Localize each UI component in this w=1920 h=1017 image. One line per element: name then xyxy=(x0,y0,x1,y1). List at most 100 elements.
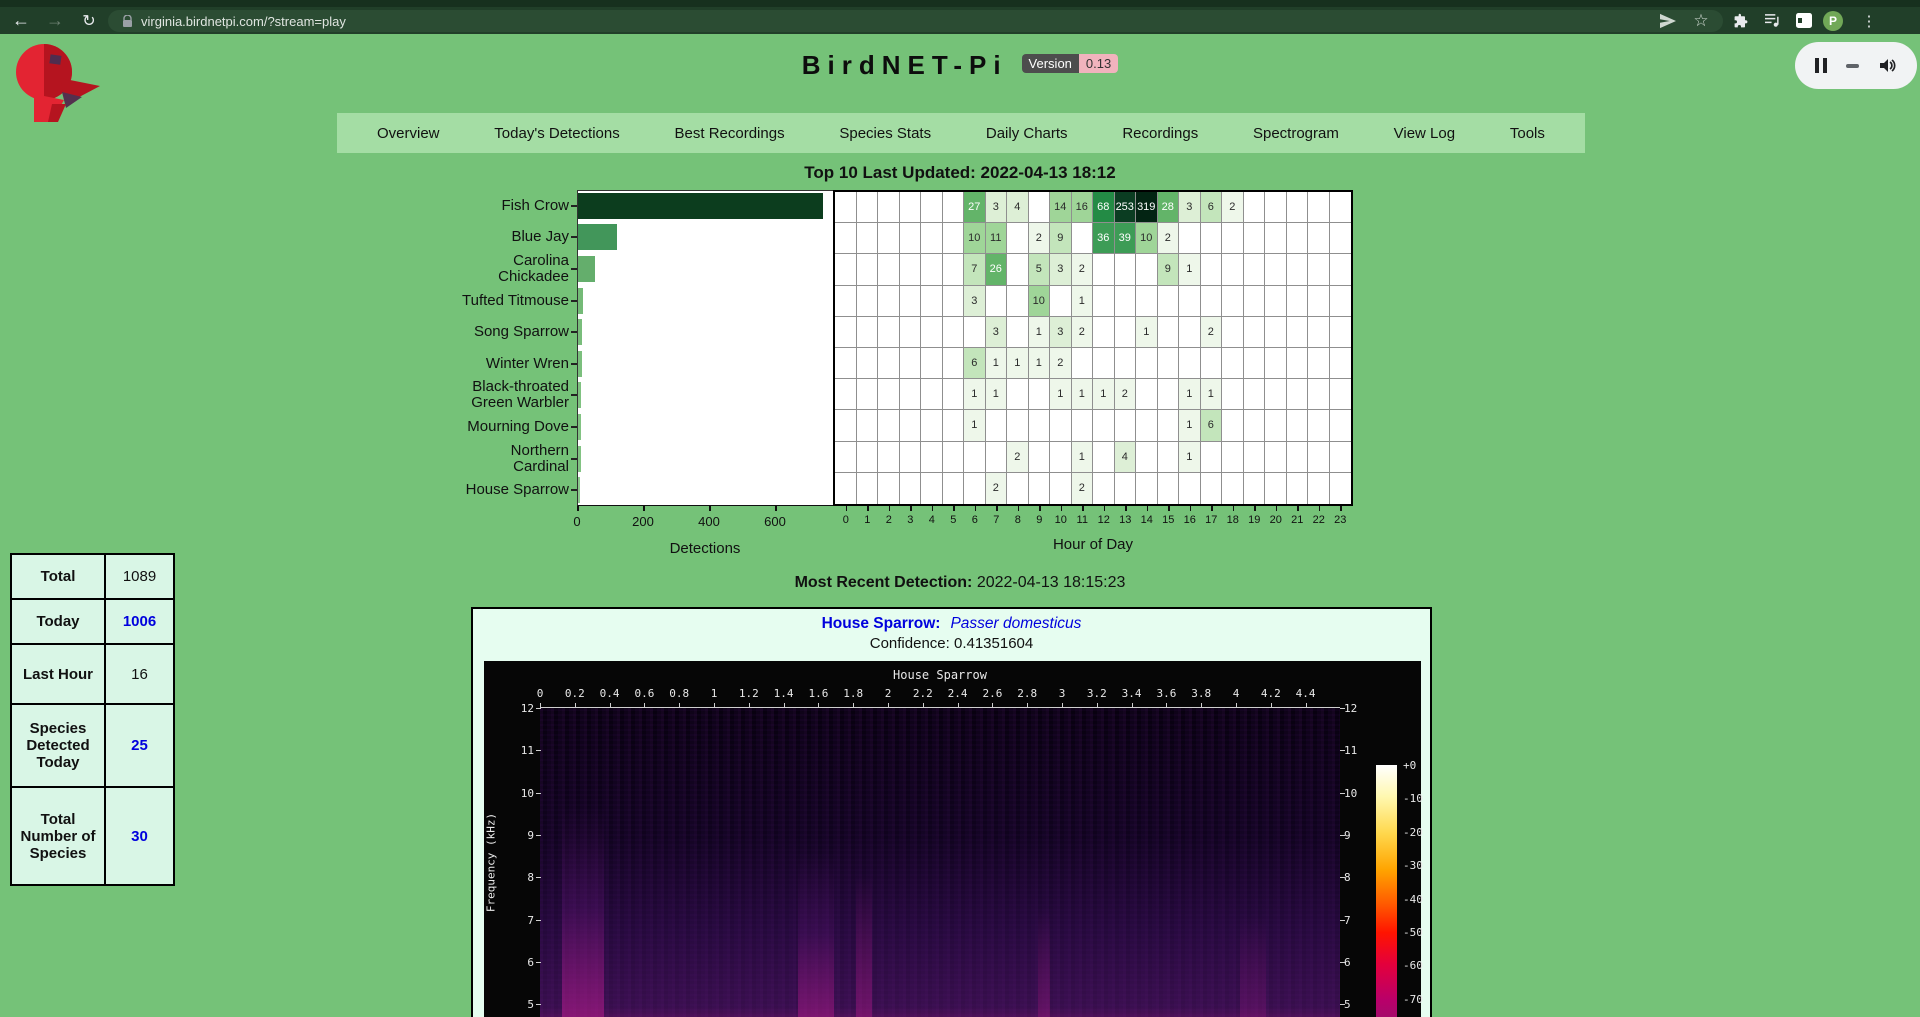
playlist-music-icon[interactable] xyxy=(1759,7,1785,34)
spectrogram-time-tick xyxy=(923,703,924,708)
heatmap-cell: 26 xyxy=(986,254,1008,285)
colorbar-tick-label: -70 xyxy=(1403,993,1423,1006)
nav-item-best-recordings[interactable]: Best Recordings xyxy=(675,125,785,142)
heatmap-cell: 16 xyxy=(1072,192,1094,223)
heatmap-cell xyxy=(1136,442,1158,473)
nav-item-daily-charts[interactable]: Daily Charts xyxy=(986,125,1068,142)
heatmap-cell xyxy=(1222,348,1244,379)
detections-bar xyxy=(578,351,582,377)
spectrogram-freq-tick xyxy=(1340,708,1345,709)
spectrogram-streak xyxy=(798,853,834,1017)
side-panel-icon[interactable] xyxy=(1791,7,1817,34)
profile-avatar[interactable]: P xyxy=(1820,7,1846,34)
bar-axis-tick xyxy=(577,506,579,511)
heatmap-cell: 253 xyxy=(1115,192,1137,223)
audio-player xyxy=(1795,42,1917,89)
hour-axis-tick-label: 19 xyxy=(1244,514,1266,526)
heatmap-cell: 3 xyxy=(1179,192,1201,223)
heatmap-cell xyxy=(1330,286,1352,317)
species-label: Northern Cardinal xyxy=(451,443,569,475)
heatmap-cell xyxy=(1179,473,1201,504)
stats-value-species-detected-today[interactable]: 25 xyxy=(105,704,174,787)
heatmap-cell xyxy=(943,317,965,348)
nav-item-overview[interactable]: Overview xyxy=(377,125,440,142)
reload-icon[interactable]: ↻ xyxy=(76,7,102,34)
hour-axis-tick-label: 13 xyxy=(1115,514,1137,526)
forward-icon[interactable]: → xyxy=(42,7,68,34)
spectrogram-time-tick-label: 3.6 xyxy=(1148,687,1184,700)
stats-value-last-hour: 16 xyxy=(105,644,174,704)
heatmap-cell xyxy=(1115,286,1137,317)
spectrogram-time-tick-label: 1.4 xyxy=(766,687,802,700)
heatmap-cell xyxy=(1222,317,1244,348)
bar-axis-tick-label: 600 xyxy=(755,514,795,529)
spectrogram-freq-tick xyxy=(1340,750,1345,751)
heatmap-cell: 6 xyxy=(1201,192,1223,223)
heatmap-cell xyxy=(835,442,857,473)
spectrogram-time-tick xyxy=(1166,703,1167,708)
heatmap-cell xyxy=(1093,254,1115,285)
heatmap-cell xyxy=(900,254,922,285)
spectrogram-freq-tick xyxy=(1340,920,1345,921)
menu-kebab-icon[interactable]: ⋮ xyxy=(1856,7,1882,34)
pause-button[interactable] xyxy=(1815,58,1827,73)
heatmap-cell xyxy=(1007,317,1029,348)
hour-axis-tick xyxy=(1254,506,1256,511)
heatmap-cell xyxy=(1093,442,1115,473)
heatmap-cell xyxy=(1287,254,1309,285)
heatmap-cell xyxy=(943,286,965,317)
heatmap-cell: 1 xyxy=(1072,286,1094,317)
heatmap-cell xyxy=(878,348,900,379)
hour-axis-tick xyxy=(996,506,998,511)
nav-item-spectrogram[interactable]: Spectrogram xyxy=(1253,125,1339,142)
heatmap-cell xyxy=(878,223,900,254)
spectrogram-time-tick-label: 3.2 xyxy=(1079,687,1115,700)
stats-value-total-number-of-species[interactable]: 30 xyxy=(105,787,174,885)
nav-item-view-log[interactable]: View Log xyxy=(1394,125,1455,142)
spectrogram-freq-tick xyxy=(536,708,541,709)
species-ytick xyxy=(571,489,577,491)
bookmark-star-icon[interactable]: ☆ xyxy=(1688,7,1714,34)
spectrogram-time-tick-label: 2 xyxy=(870,687,906,700)
spectrogram-time-tick xyxy=(714,703,715,708)
heatmap-cell xyxy=(1287,348,1309,379)
nav-item-tools[interactable]: Tools xyxy=(1510,125,1545,142)
heatmap-cell xyxy=(900,317,922,348)
extensions-puzzle-icon[interactable] xyxy=(1728,7,1754,34)
heatmap-cell xyxy=(857,348,879,379)
bar-axis-tick-label: 400 xyxy=(689,514,729,529)
heatmap-cell xyxy=(835,410,857,441)
send-icon[interactable] xyxy=(1655,7,1681,34)
heatmap-cell xyxy=(921,410,943,441)
heatmap-cell xyxy=(1308,442,1330,473)
heatmap-cell: 2 xyxy=(1072,473,1094,504)
heatmap-cell xyxy=(1287,379,1309,410)
nav-item-species-stats[interactable]: Species Stats xyxy=(839,125,931,142)
nav-item-today-s-detections[interactable]: Today's Detections xyxy=(494,125,619,142)
heatmap-cell xyxy=(1115,410,1137,441)
most-recent-label: Most Recent Detection: xyxy=(795,574,973,591)
hour-axis-tick-label: 2 xyxy=(878,514,900,526)
spectrogram-freq-tick xyxy=(536,962,541,963)
spectrogram-freq-tick xyxy=(536,750,541,751)
heatmap-cell: 1 xyxy=(1072,442,1094,473)
heatmap-cell xyxy=(878,379,900,410)
hour-axis-tick-label: 8 xyxy=(1007,514,1029,526)
heatmap-cell xyxy=(1007,223,1029,254)
heatmap-cell xyxy=(943,442,965,473)
back-icon[interactable]: ← xyxy=(8,7,34,34)
nav-item-recordings[interactable]: Recordings xyxy=(1122,125,1198,142)
heatmap-cell: 68 xyxy=(1093,192,1115,223)
colorbar-tick-label: -60 xyxy=(1403,959,1423,972)
url-bar[interactable]: virginia.birdnetpi.com/?stream=play xyxy=(108,10,1723,32)
heatmap-cell: 6 xyxy=(964,348,986,379)
spectrogram-streak xyxy=(1240,902,1266,1017)
spectrogram-time-tick-label: 3.4 xyxy=(1114,687,1150,700)
volume-icon[interactable] xyxy=(1879,57,1898,74)
seek-dash[interactable] xyxy=(1846,64,1859,68)
species-link[interactable]: House Sparrow:Passer domesticus xyxy=(473,615,1430,633)
species-ytick xyxy=(571,236,577,238)
hour-axis-tick xyxy=(953,506,955,511)
stats-value-today[interactable]: 1006 xyxy=(105,599,174,644)
heatmap-cell xyxy=(1158,379,1180,410)
